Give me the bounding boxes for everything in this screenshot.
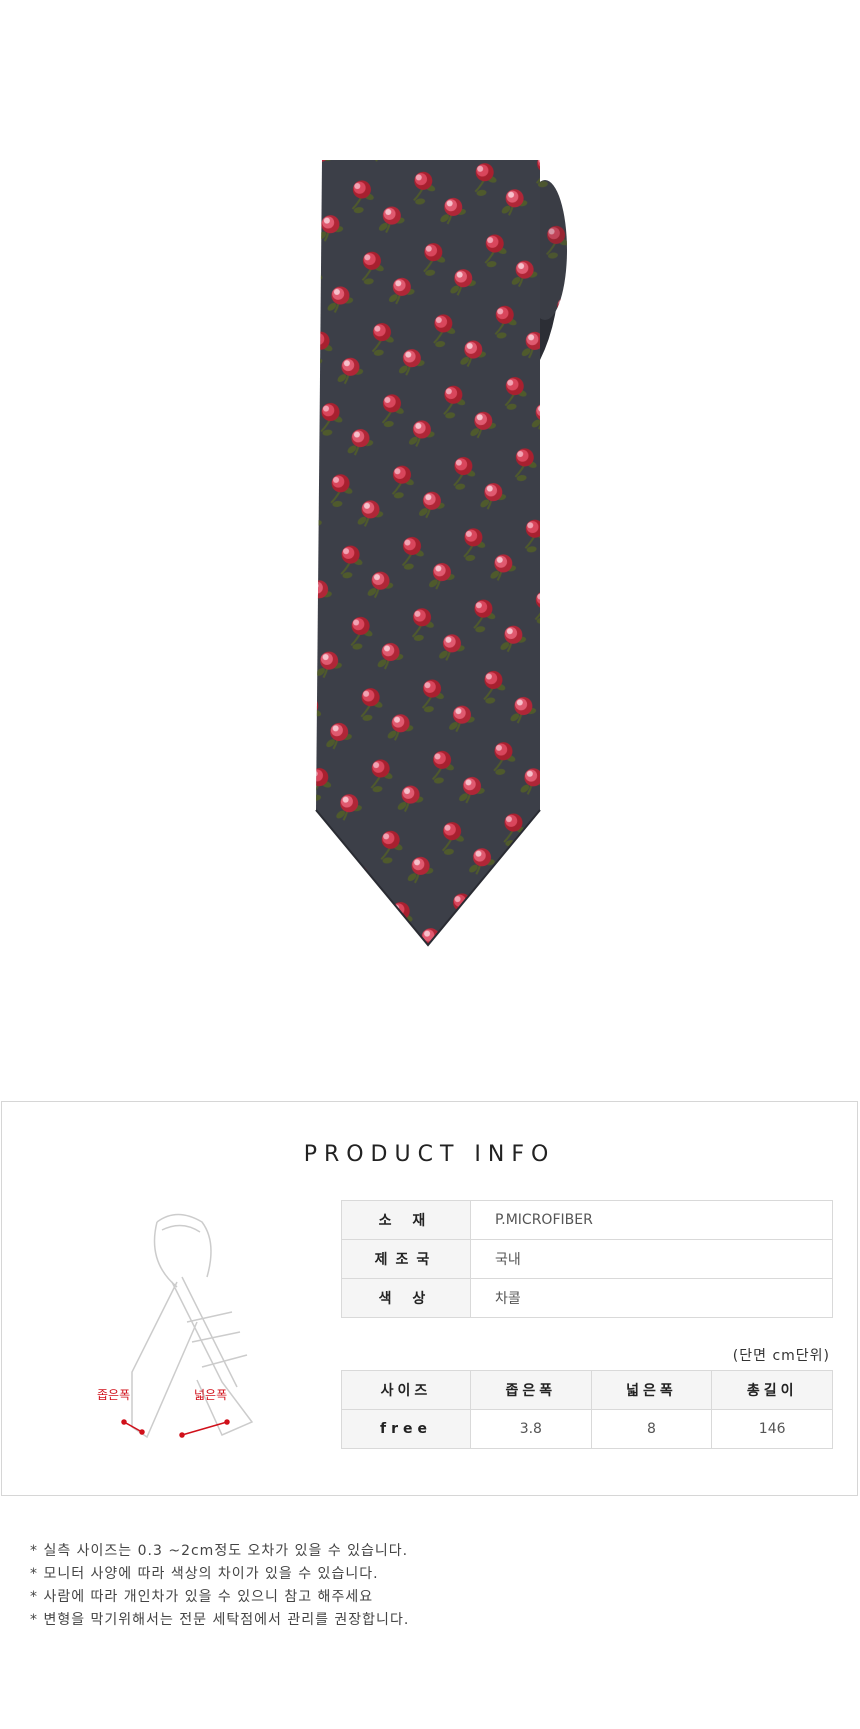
note-item: * 변형을 막기위해서는 전문 세탁점에서 관리를 권장합니다. bbox=[30, 1612, 410, 1628]
tie-product-photo bbox=[315, 160, 567, 947]
care-notes: * 실측 사이즈는 0.3 ~2cm정도 오차가 있을 수 있습니다. * 모니… bbox=[30, 1540, 409, 1632]
note-item: * 사람에 따라 개인차가 있을 수 있으니 참고 해주세요 bbox=[30, 1589, 374, 1605]
header-wide: 넓은폭 bbox=[590, 1370, 713, 1410]
header-size: 사이즈 bbox=[341, 1370, 471, 1410]
size-table-row: free 3.8 8 146 bbox=[341, 1409, 833, 1449]
spec-key: 제조국 bbox=[341, 1239, 471, 1279]
spec-key: 색 상 bbox=[341, 1278, 471, 1318]
tie-size-diagram: 좁은폭 넓은폭 bbox=[97, 1213, 254, 1439]
note-item: * 실측 사이즈는 0.3 ~2cm정도 오차가 있을 수 있습니다. bbox=[30, 1543, 409, 1559]
size-table: 사이즈 좁은폭 넓은폭 총길이 free 3.8 8 146 bbox=[341, 1370, 833, 1449]
spec-row-origin: 제조국 국내 bbox=[341, 1239, 833, 1279]
spec-key: 소 재 bbox=[341, 1200, 471, 1240]
size-value: free bbox=[341, 1409, 471, 1449]
wide-value: 8 bbox=[590, 1409, 713, 1449]
spec-value: 국내 bbox=[470, 1239, 833, 1279]
narrow-width-label: 좁은폭 bbox=[97, 1388, 130, 1402]
length-value: 146 bbox=[711, 1409, 833, 1449]
header-length: 총길이 bbox=[711, 1370, 833, 1410]
header-narrow: 좁은폭 bbox=[470, 1370, 592, 1410]
unit-note: (단면 cm단위) bbox=[732, 1348, 830, 1364]
spec-value: P.MICROFIBER bbox=[470, 1200, 833, 1240]
wide-width-label: 넓은폭 bbox=[194, 1388, 227, 1402]
note-item: * 모니터 사양에 따라 색상의 차이가 있을 수 있습니다. bbox=[30, 1566, 379, 1582]
spec-table: 소 재 P.MICROFIBER 제조국 국내 색 상 차콜 bbox=[341, 1200, 833, 1318]
narrow-value: 3.8 bbox=[470, 1409, 592, 1449]
spec-value: 차콜 bbox=[470, 1278, 833, 1318]
spec-row-color: 색 상 차콜 bbox=[341, 1278, 833, 1318]
product-info-title: PRODUCT INFO bbox=[303, 1142, 556, 1167]
spec-row-material: 소 재 P.MICROFIBER bbox=[341, 1200, 833, 1240]
product-info-box: PRODUCT INFO 좁은폭 넓은폭 소 재 P.MICROFIBER 제조… bbox=[1, 1101, 858, 1496]
size-table-header: 사이즈 좁은폭 넓은폭 총길이 bbox=[341, 1370, 833, 1410]
